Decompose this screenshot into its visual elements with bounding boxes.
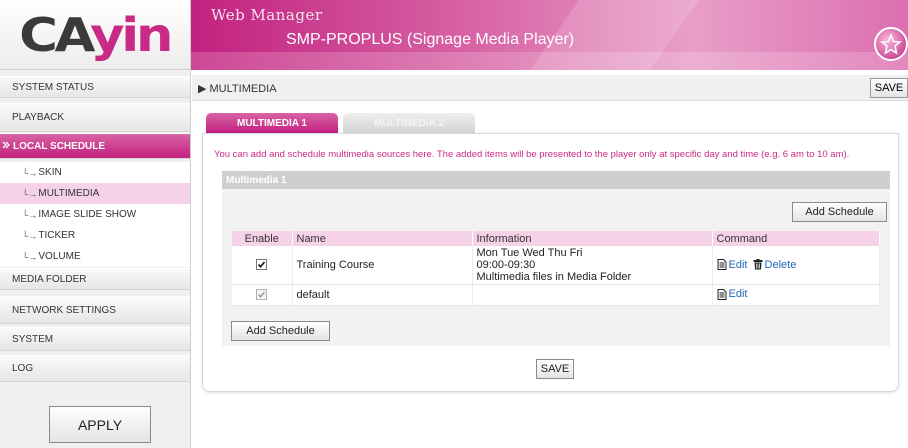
sidebar-item-label: LOCAL SCHEDULE	[13, 140, 106, 152]
name-cell: Training Course	[292, 246, 473, 285]
sidebar-subitem-label: SKIN	[38, 167, 62, 178]
command-cell: Edit Delete	[712, 246, 880, 285]
checkbox-checked-disabled-icon	[256, 289, 268, 301]
sidebar-item-network-settings[interactable]: NETWORK SETTINGS	[0, 296, 190, 324]
column-header-name: Name	[292, 231, 473, 246]
sidebar-item-log[interactable]: LOG	[0, 355, 190, 382]
section-body: Add Schedule Enable Name Information Com…	[222, 189, 890, 346]
arrow-right-icon	[2, 141, 10, 152]
header-subtitle: SMP-PROPLUS (Signage Media Player)	[286, 31, 575, 48]
header-title: Web Manager	[211, 6, 323, 24]
tab-multimedia-2[interactable]: MULTIMEDIA 2	[343, 113, 475, 133]
sidebar-item-system-status[interactable]: SYSTEM STATUS	[0, 76, 190, 98]
breadcrumb: ▶ MULTIMEDIA	[198, 82, 277, 95]
sidebar-item-local-schedule[interactable]: LOCAL SCHEDULE	[0, 133, 190, 159]
checkbox-checked-icon[interactable]	[256, 259, 268, 271]
sidebar-subitem-label: MULTIMEDIA	[38, 188, 100, 199]
column-header-enable: Enable	[232, 231, 293, 246]
logo-text: CAyin	[20, 12, 174, 58]
breadcrumb-bar: ▶ MULTIMEDIA SAVE	[192, 75, 908, 101]
column-header-command: Command	[712, 231, 880, 246]
subitem-branch-icon: └→	[22, 251, 38, 262]
sidebar: SYSTEM STATUS PLAYBACK LOCAL SCHEDULE └→…	[0, 70, 191, 448]
delete-link[interactable]: Delete	[765, 259, 797, 271]
sidebar-item-label: NETWORK SETTINGS	[12, 304, 116, 316]
table-row: default Edit	[232, 284, 880, 306]
save-button[interactable]: SAVE	[536, 359, 574, 379]
sidebar-subitem-label: TICKER	[38, 230, 76, 241]
content-panel: You can add and schedule multimedia sour…	[202, 133, 899, 392]
subitem-branch-icon: └→	[22, 167, 38, 178]
schedule-table: Enable Name Information Command Training…	[232, 231, 880, 306]
save-button[interactable]: SAVE	[870, 78, 908, 98]
sidebar-item-label: LOG	[12, 363, 34, 374]
edit-link[interactable]: Edit	[729, 289, 748, 301]
arrow-right-icon: ▶	[198, 83, 210, 95]
information-cell: Mon Tue Wed Thu Fri 09:00-09:30 Multimed…	[472, 246, 713, 285]
name-cell: default	[292, 284, 473, 306]
info-time: 09:00-09:30	[476, 258, 536, 271]
table-header-row: Enable Name Information Command	[232, 231, 880, 246]
subitem-branch-icon: └→	[22, 209, 38, 220]
breadcrumb-label: MULTIMEDIA	[209, 83, 277, 95]
document-icon[interactable]	[717, 289, 727, 301]
edit-link[interactable]: Edit	[729, 259, 748, 271]
sidebar-item-media-folder[interactable]: MEDIA FOLDER	[0, 268, 190, 290]
header-banner: Web Manager SMP-PROPLUS (Signage Media P…	[191, 0, 908, 70]
sidebar-item-label: SYSTEM STATUS	[12, 81, 94, 93]
section-header: Multimedia 1	[222, 171, 890, 189]
information-cell	[472, 284, 713, 306]
enable-cell	[232, 246, 293, 285]
sidebar-subitem-multimedia[interactable]: └→ MULTIMEDIA	[0, 183, 190, 204]
command-cell: Edit	[712, 284, 880, 306]
document-icon[interactable]	[717, 259, 727, 271]
trash-icon[interactable]	[753, 259, 763, 270]
sidebar-item-label: SYSTEM	[12, 333, 54, 345]
sidebar-item-label: PLAYBACK	[12, 112, 65, 123]
sidebar-subitem-label: IMAGE SLIDE SHOW	[38, 209, 137, 220]
logo-text-b: yin	[90, 7, 174, 62]
subitem-branch-icon: └→	[22, 230, 38, 241]
sidebar-subitem-skin[interactable]: └→ SKIN	[0, 162, 190, 183]
subitem-branch-icon: └→	[22, 188, 38, 199]
info-source: Multimedia files in Media Folder	[476, 270, 632, 283]
logo-text-a: CA	[19, 7, 94, 62]
table-row: Training Course Mon Tue Wed Thu Fri 09:0…	[232, 246, 880, 285]
enable-cell	[232, 284, 293, 306]
badge-star-icon	[874, 27, 908, 61]
sidebar-item-label: MEDIA FOLDER	[12, 273, 87, 285]
sidebar-subitem-image-slide-show[interactable]: └→ IMAGE SLIDE SHOW	[0, 204, 190, 225]
column-header-information: Information	[472, 231, 713, 246]
sidebar-item-playback[interactable]: PLAYBACK	[0, 103, 190, 132]
intro-text: You can add and schedule multimedia sour…	[214, 149, 850, 160]
sidebar-subitem-volume[interactable]: └→ VOLUME	[0, 246, 190, 267]
add-schedule-button[interactable]: Add Schedule	[231, 321, 330, 341]
sidebar-item-system[interactable]: SYSTEM	[0, 327, 190, 351]
apply-button[interactable]: APPLY	[49, 406, 151, 443]
add-schedule-button[interactable]: Add Schedule	[792, 202, 887, 222]
sidebar-subitem-ticker[interactable]: └→ TICKER	[0, 225, 190, 246]
tab-multimedia-1[interactable]: MULTIMEDIA 1	[206, 113, 338, 133]
sidebar-subitem-label: VOLUME	[38, 251, 81, 262]
info-days: Mon Tue Wed Thu Fri	[476, 246, 583, 259]
logo: CAyin	[0, 0, 191, 70]
